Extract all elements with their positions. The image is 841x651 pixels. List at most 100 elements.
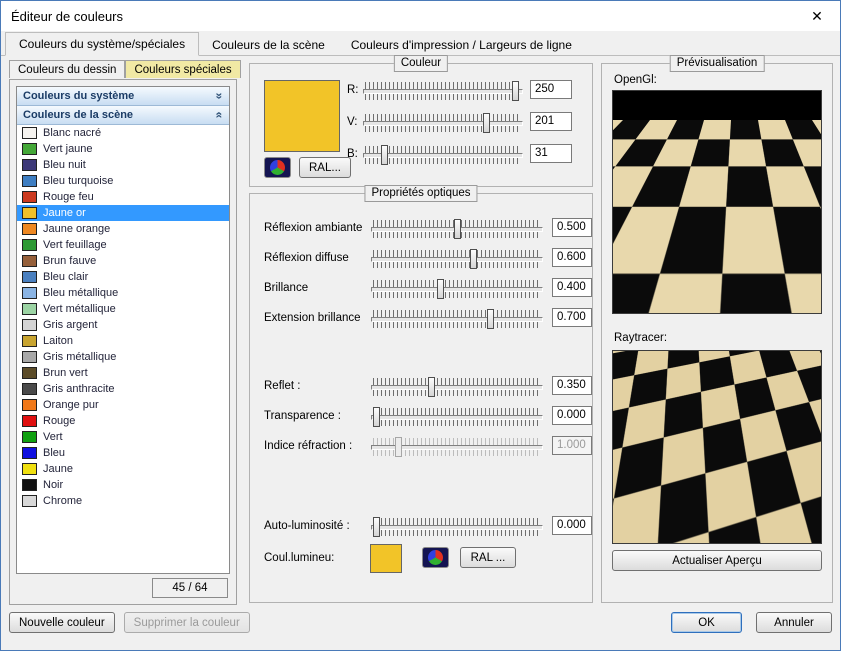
new-color-button[interactable]: Nouvelle couleur [9,612,115,633]
color-name: Vert [43,431,63,443]
main-tab[interactable]: Couleurs d'impression / Largeurs de lign… [338,34,585,56]
color-list-item[interactable]: Blanc nacré [17,125,229,141]
color-swatch [22,319,37,331]
optics-slider[interactable] [370,278,544,300]
channel-value-field[interactable]: 250 [530,80,572,99]
color-list-item[interactable]: Bleu clair [17,269,229,285]
channel-value-field[interactable]: 201 [530,112,572,131]
optics-label: Brillance [264,282,308,294]
delete-color-button[interactable]: Supprimer la couleur [124,612,250,633]
main-tab[interactable]: Couleurs de la scène [199,34,338,56]
chevron-down-icon[interactable]: » [213,93,227,100]
color-list-item[interactable]: Bleu nuit [17,157,229,173]
color-list-item[interactable]: Vert feuillage [17,237,229,253]
chevron-up-icon[interactable]: « [213,112,227,119]
channel-value-field[interactable]: 31 [530,144,572,163]
optics-slider[interactable] [370,218,544,240]
color-list-item[interactable]: Bleu [17,445,229,461]
slider-thumb[interactable] [395,437,402,457]
slider-thumb[interactable] [428,377,435,397]
optics-value-field[interactable]: 0.000 [552,516,592,535]
group-header-system-colors[interactable]: Couleurs du système » [17,87,229,106]
color-name: Brun fauve [43,255,96,267]
preview-group: Prévisualisation OpenGl: Raytracer: Actu… [601,63,833,603]
slider-thumb[interactable] [487,309,494,329]
ral-button[interactable]: RAL... [299,157,351,178]
optics-row: Transparence : 0.000 [250,402,592,432]
optics-value-field[interactable]: 1.000 [552,436,592,455]
channel-slider[interactable] [362,80,524,102]
optics-slider[interactable] [370,406,544,428]
main-tab-label: Couleurs de la scène [212,38,325,52]
color-list-item[interactable]: Jaune [17,461,229,477]
optics-slider[interactable] [370,376,544,398]
optics-slider[interactable] [370,436,544,458]
color-list-item[interactable]: Vert jaune [17,141,229,157]
optical-properties-group: Propriétés optiques Réflexion ambiante 0… [249,193,593,603]
color-swatch [22,175,37,187]
optics-value-field[interactable]: 0.000 [552,406,592,425]
color-list-item[interactable]: Vert métallique [17,301,229,317]
color-list-item[interactable]: Bleu métallique [17,285,229,301]
color-list-item[interactable]: Gris argent [17,317,229,333]
color-name: Vert feuillage [43,239,107,251]
slider-thumb[interactable] [512,81,519,101]
opengl-label: OpenGl: [614,74,657,86]
slider-thumb[interactable] [470,249,477,269]
color-list-item[interactable]: Chrome [17,493,229,509]
optics-slider[interactable] [370,248,544,270]
color-name: Bleu nuit [43,159,86,171]
slider-thumb[interactable] [373,407,380,427]
optics-value-field[interactable]: 0.400 [552,278,592,297]
color-wheel-icon[interactable] [264,157,291,178]
color-list-item[interactable]: Gris métallique [17,349,229,365]
color-list-item[interactable]: Jaune or [17,205,229,221]
optics-value-field[interactable]: 0.700 [552,308,592,327]
slider-thumb[interactable] [483,113,490,133]
color-list-item[interactable]: Brun vert [17,365,229,381]
luminous-color-wheel-icon[interactable] [422,547,449,568]
main-tab[interactable]: Couleurs du système/spéciales [5,32,199,56]
group-header-scene-colors[interactable]: Couleurs de la scène « [17,106,229,125]
optics-slider[interactable] [370,308,544,330]
close-icon[interactable]: ✕ [794,1,840,31]
color-group-title: Couleur [394,55,448,72]
color-list-item[interactable]: Gris anthracite [17,381,229,397]
slider-thumb[interactable] [454,219,461,239]
optics-value-field[interactable]: 0.600 [552,248,592,267]
optics-slider[interactable] [370,516,544,538]
refresh-preview-button[interactable]: Actualiser Aperçu [612,550,822,571]
color-list[interactable]: Couleurs du système » Couleurs de la scè… [16,86,230,574]
color-name: Orange pur [43,399,99,411]
color-name: Bleu métallique [43,287,118,299]
color-swatch [22,383,37,395]
slider-thumb[interactable] [373,517,380,537]
color-list-item[interactable]: Vert [17,429,229,445]
channel-label: R: [347,84,359,96]
color-swatch [22,127,37,139]
optics-value-field[interactable]: 0.500 [552,218,592,237]
color-list-item[interactable]: Rouge feu [17,189,229,205]
color-list-item[interactable]: Rouge [17,413,229,429]
ok-button[interactable]: OK [671,612,742,633]
color-list-item[interactable]: Laiton [17,333,229,349]
color-list-item[interactable]: Brun fauve [17,253,229,269]
window-title: Éditeur de couleurs [1,9,123,24]
cancel-button[interactable]: Annuler [756,612,832,633]
color-list-item[interactable]: Noir [17,477,229,493]
color-list-item[interactable]: Bleu turquoise [17,173,229,189]
slider-thumb[interactable] [381,145,388,165]
slider-thumb[interactable] [437,279,444,299]
channel-slider[interactable] [362,112,524,134]
opengl-preview [612,90,822,314]
color-list-item[interactable]: Orange pur [17,397,229,413]
optics-value-field[interactable]: 0.350 [552,376,592,395]
checkerboard-floor [612,90,822,120]
optics-label: Réflexion ambiante [264,222,362,234]
optics-row: Extension brillance 0.700 [250,304,592,334]
luminous-ral-button[interactable]: RAL ... [460,547,516,568]
color-list-item[interactable]: Jaune orange [17,221,229,237]
channel-slider[interactable] [362,144,524,166]
subtab[interactable]: Couleurs du dessin [9,60,125,78]
subtab[interactable]: Couleurs spéciales [125,60,240,78]
